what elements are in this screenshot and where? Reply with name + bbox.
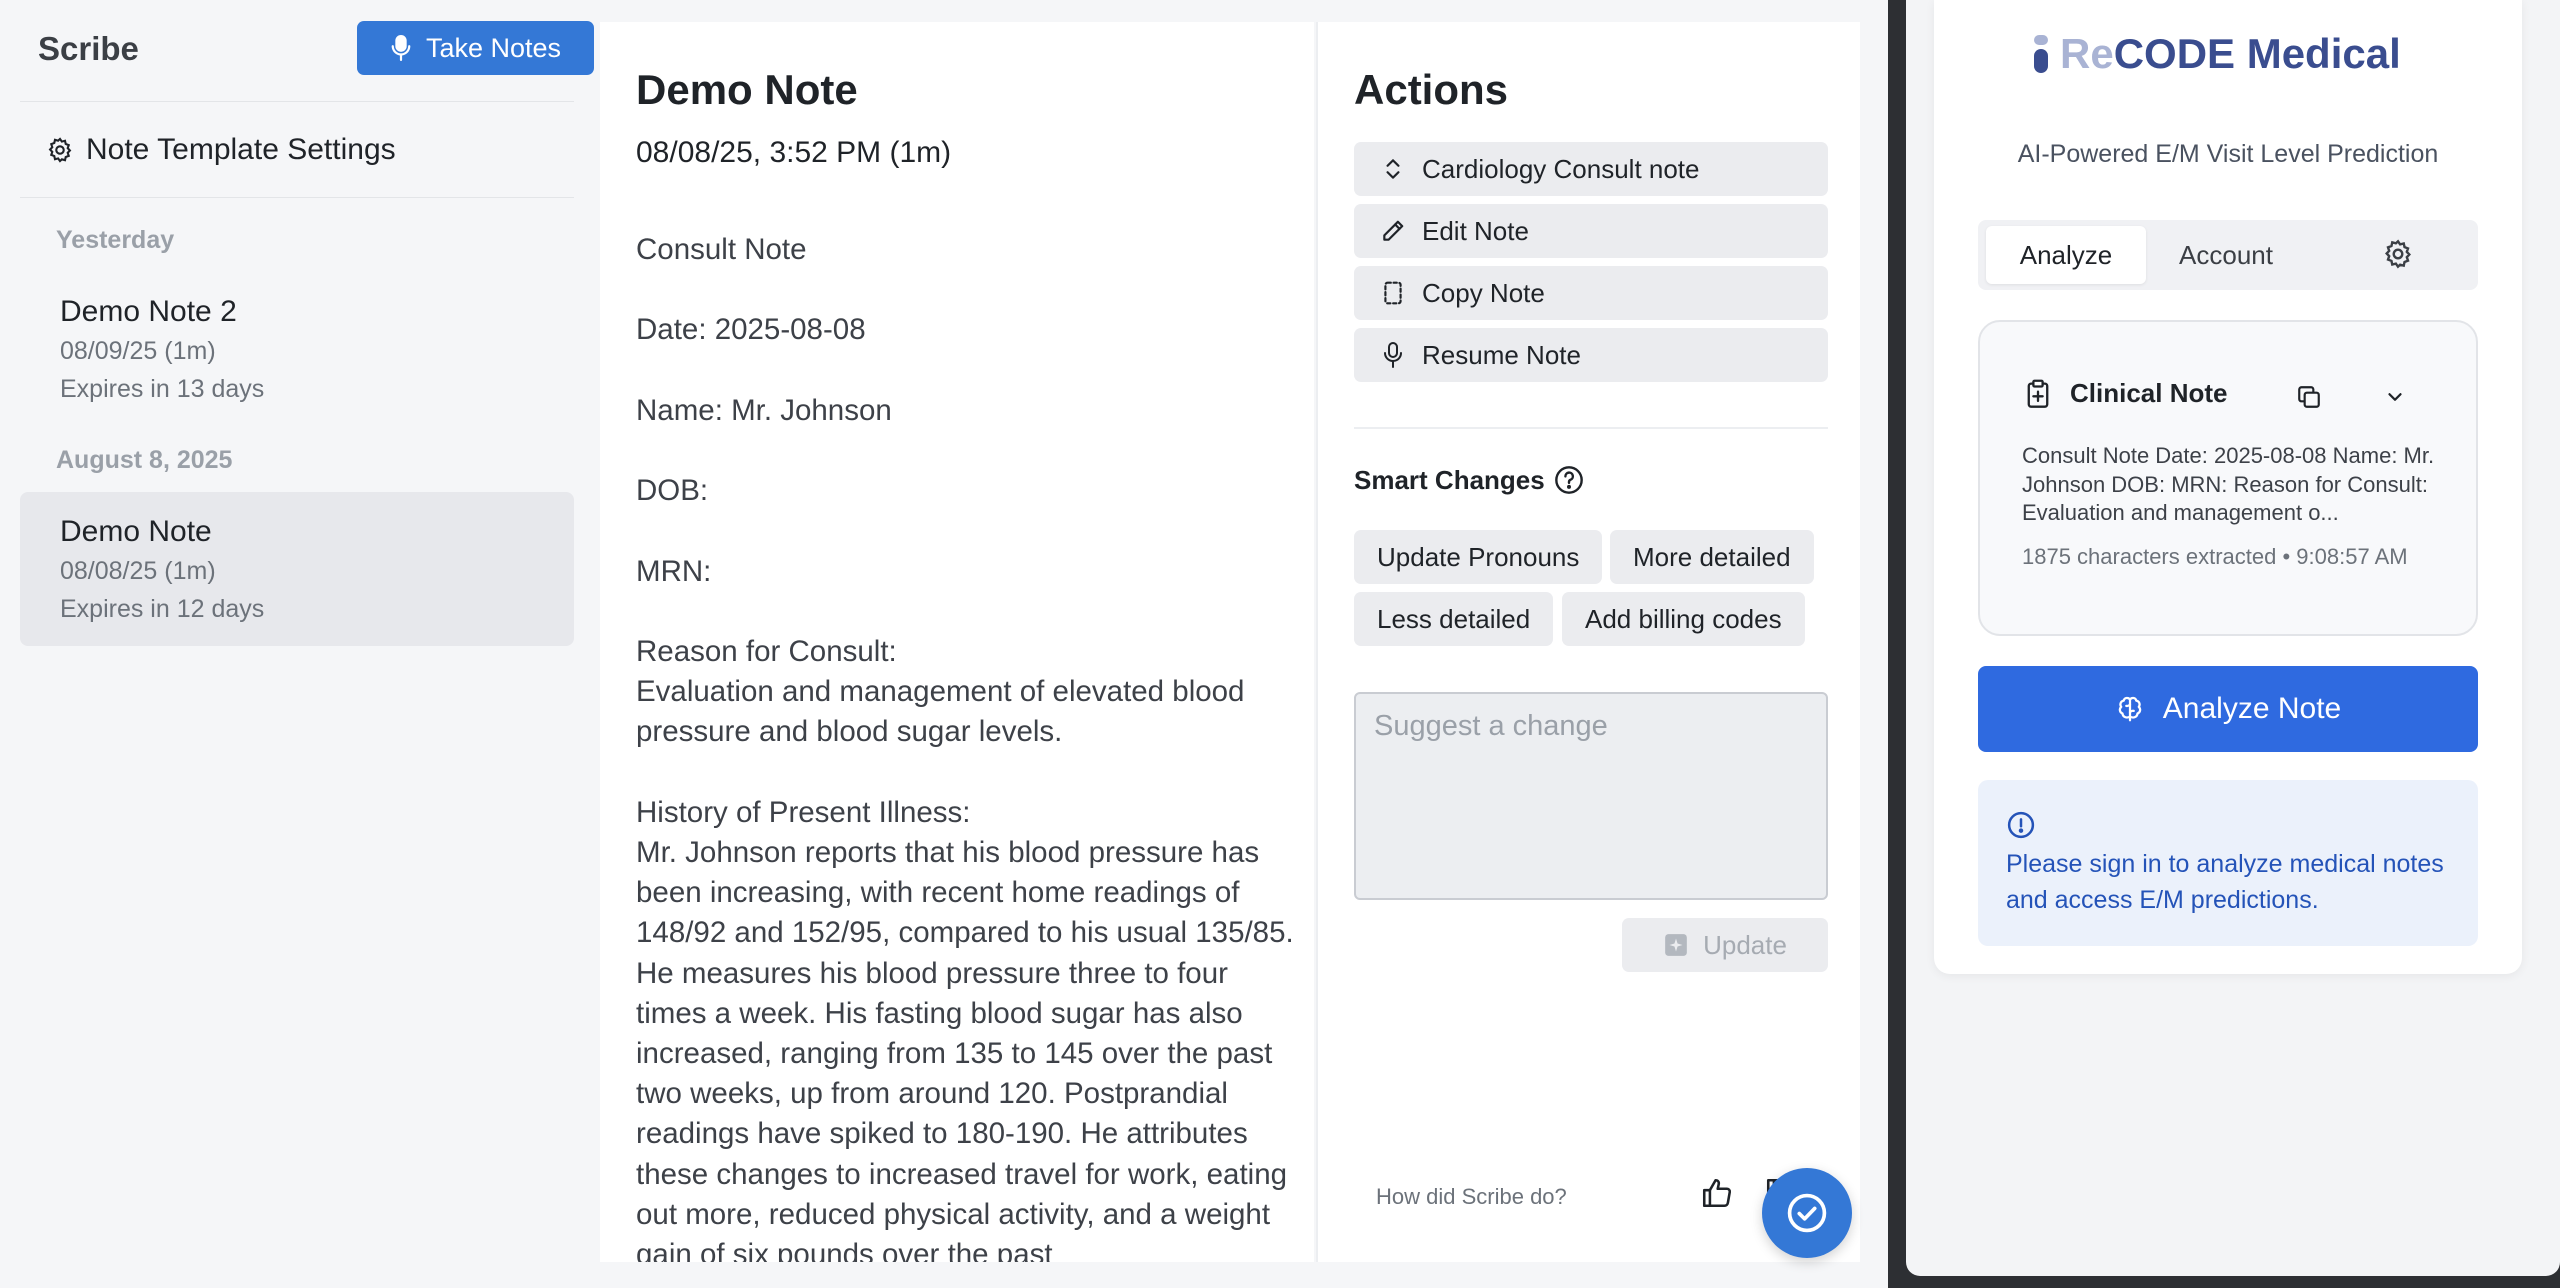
template-select-button[interactable]: Cardiology Consult note — [1354, 142, 1828, 196]
copy-note-button[interactable]: Copy Note — [1354, 266, 1828, 320]
note-item-expires: Expires in 12 days — [60, 595, 265, 623]
update-button[interactable]: Update — [1622, 918, 1828, 972]
divider — [1354, 427, 1828, 429]
help-icon[interactable] — [1553, 464, 1585, 496]
clinical-note-header: Clinical Note — [2024, 378, 2227, 409]
note-item-title: Demo Note 2 — [60, 295, 237, 328]
group-label-yesterday: Yesterday — [56, 226, 175, 254]
floating-check-button[interactable] — [1762, 1168, 1852, 1258]
resume-note-label: Resume Note — [1422, 339, 1581, 370]
tab-account[interactable]: Account — [2146, 226, 2306, 284]
clinical-note-meta: 1875 characters extracted • 9:08:57 AM — [2022, 544, 2408, 569]
copy-note-label: Copy Note — [1422, 277, 1545, 308]
signin-notice: Please sign in to analyze medical notes … — [1978, 780, 2478, 946]
chevron-down-icon[interactable] — [2384, 386, 2406, 408]
smart-changes-heading: Smart Changes — [1354, 464, 1585, 496]
actions-title: Actions — [1354, 66, 1509, 113]
note-list-item[interactable]: Demo Note 2 08/09/25 (1m) Expires in 13 … — [20, 272, 574, 426]
brand-subtitle: AI-Powered E/M Visit Level Prediction — [2017, 140, 2439, 168]
note-item-date: 08/08/25 (1m) — [60, 557, 216, 585]
pencil-icon — [1383, 220, 1404, 241]
chip-update-pronouns[interactable]: Update Pronouns — [1354, 530, 1603, 584]
clipboard-icon — [2027, 379, 2049, 408]
analyze-note-label: Analyze Note — [2162, 692, 2342, 725]
brain-icon — [2118, 696, 2142, 722]
note-item-title: Demo Note — [60, 515, 212, 548]
clinical-note-label: Clinical Note — [2070, 378, 2228, 408]
resume-note-button[interactable]: Resume Note — [1354, 328, 1828, 382]
brand-logo: ReCODE Medical — [2034, 30, 2401, 78]
brand-name: ReCODE Medical — [2060, 30, 2401, 78]
chip-add-billing-codes[interactable]: Add billing codes — [1562, 592, 1805, 646]
chevron-updown-icon — [1386, 159, 1400, 179]
logo-mark-icon — [2034, 35, 2048, 73]
clinical-note-card: Clinical Note Consult Note Date: 2025-08… — [1978, 320, 2478, 636]
brand-rest: CODE Medical — [2113, 30, 2401, 77]
edit-note-button[interactable]: Edit Note — [1354, 204, 1828, 258]
gear-icon — [48, 136, 72, 163]
edit-note-label: Edit Note — [1422, 215, 1529, 246]
copy-icon[interactable] — [2296, 384, 2322, 410]
signin-message: Please sign in to analyze medical notes … — [2006, 850, 2444, 914]
microphone-icon — [391, 34, 411, 62]
analyze-note-button[interactable]: Analyze Note — [1978, 666, 2478, 752]
note-item-date: 08/09/25 (1m) — [60, 337, 216, 365]
update-label: Update — [1703, 929, 1787, 960]
take-notes-label: Take Notes — [425, 32, 562, 63]
check-circle-icon — [1787, 1193, 1827, 1233]
feedback-prompt: How did Scribe do? — [1376, 1184, 1567, 1209]
sparkle-icon — [1665, 934, 1687, 956]
take-notes-button[interactable]: Take Notes — [357, 21, 594, 75]
microphone-icon — [1384, 342, 1402, 368]
copy-icon — [1384, 281, 1402, 305]
note-template-settings[interactable]: Note Template Settings — [20, 102, 574, 198]
sidebar: Scribe Take Notes Note Template Settings… — [0, 0, 594, 1288]
recode-panel: ReCODE Medical AI-Powered E/M Visit Leve… — [1934, 0, 2522, 974]
info-icon — [2007, 811, 2035, 839]
tab-bar: Analyze Account — [1978, 220, 2478, 290]
actions-panel: Actions Cardiology Consult note Edit Not… — [1316, 22, 1860, 1262]
note-title: Demo Note — [636, 66, 858, 113]
smart-changes-label: Smart Changes — [1354, 464, 1545, 495]
clinical-note-preview: Consult Note Date: 2025-08-08 Name: Mr. … — [2022, 443, 2435, 525]
settings-gear-icon[interactable] — [2382, 238, 2414, 270]
template-select-label: Cardiology Consult note — [1422, 153, 1700, 184]
suggest-change-input[interactable]: Suggest a change — [1354, 692, 1828, 900]
brand-prefix: Re — [2060, 30, 2114, 77]
note-item-expires: Expires in 13 days — [60, 375, 265, 403]
note-datetime: 08/08/25, 3:52 PM (1m) — [636, 136, 952, 169]
tab-analyze[interactable]: Analyze — [1986, 226, 2146, 284]
thumbs-up-icon[interactable] — [1700, 1176, 1734, 1210]
group-label-august: August 8, 2025 — [56, 446, 233, 474]
chip-more-detailed[interactable]: More detailed — [1610, 530, 1814, 584]
sidebar-header: Scribe Take Notes — [20, 20, 594, 102]
note-body: Consult Note Date: 2025-08-08 Name: Mr. … — [636, 233, 1294, 1262]
note-panel: Demo Note 08/08/25, 3:52 PM (1m) Consult… — [600, 22, 1314, 1262]
settings-label: Note Template Settings — [86, 132, 396, 166]
note-list-item-active[interactable]: Demo Note 08/08/25 (1m) Expires in 12 da… — [20, 492, 574, 646]
app-title: Scribe — [38, 30, 139, 67]
chip-less-detailed[interactable]: Less detailed — [1354, 592, 1554, 646]
